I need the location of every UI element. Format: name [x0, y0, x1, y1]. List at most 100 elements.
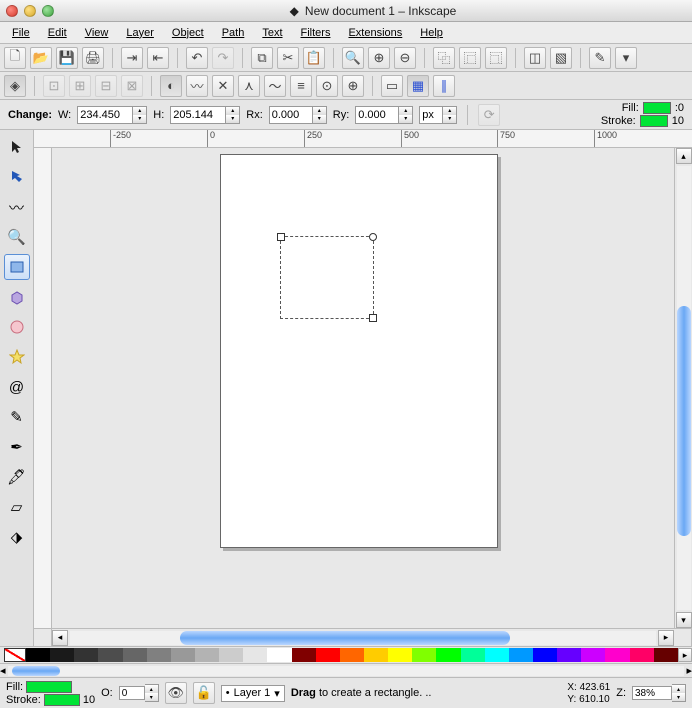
menu-layer[interactable]: Layer	[118, 25, 162, 41]
horizontal-ruler[interactable]: -250 0 250 500 750 1000	[34, 130, 692, 148]
save-button[interactable]: 💾	[56, 47, 78, 69]
clone-button[interactable]: ⿸	[459, 47, 481, 69]
star-tool[interactable]	[4, 344, 30, 370]
zoom-selection-button[interactable]: 🔍	[342, 47, 364, 69]
menu-edit[interactable]: Edit	[40, 25, 75, 41]
undo-button[interactable]: ↶	[186, 47, 208, 69]
layer-selector[interactable]: •Layer 1▾	[221, 685, 285, 702]
canvas[interactable]	[52, 148, 674, 628]
horizontal-scrollbar[interactable]: ◂ ▸	[52, 629, 674, 646]
snap-page-button[interactable]: ▭	[381, 75, 403, 97]
paint-bucket-tool[interactable]: ⬗	[4, 524, 30, 550]
palette-swatch[interactable]	[630, 648, 654, 662]
xml-editor-button[interactable]: ✎	[589, 47, 611, 69]
snap-bbox-edge-button[interactable]: ⊟	[95, 75, 117, 97]
opacity-spinner[interactable]: ▴▾	[145, 684, 159, 702]
unit-select[interactable]	[419, 106, 443, 124]
palette-swatch[interactable]	[340, 648, 364, 662]
open-button[interactable]: 📂	[30, 47, 52, 69]
drawn-rectangle[interactable]	[280, 236, 374, 319]
height-spinner[interactable]: ▴▾	[226, 106, 240, 124]
palette-swatch[interactable]	[171, 648, 195, 662]
snap-intersection-button[interactable]: ✕	[212, 75, 234, 97]
palette-swatch[interactable]	[50, 648, 74, 662]
status-fill-swatch[interactable]	[26, 681, 72, 693]
width-input[interactable]	[77, 106, 133, 124]
reset-corners-button[interactable]: ⟳	[478, 104, 500, 126]
cut-button[interactable]: ✂	[277, 47, 299, 69]
no-fill-swatch[interactable]	[4, 648, 26, 662]
duplicate-button[interactable]: ⿻	[433, 47, 455, 69]
menu-object[interactable]: Object	[164, 25, 212, 41]
more-dropdown[interactable]: ▾	[615, 47, 637, 69]
palette-swatch[interactable]	[123, 648, 147, 662]
palette-swatch[interactable]	[533, 648, 557, 662]
selector-tool[interactable]	[4, 134, 30, 160]
unlink-clone-button[interactable]: ⿹	[485, 47, 507, 69]
palette-swatch[interactable]	[388, 648, 412, 662]
palette-scroll-right[interactable]: ▸	[686, 664, 692, 677]
snap-cusp-button[interactable]: ⋏	[238, 75, 260, 97]
menu-help[interactable]: Help	[412, 25, 451, 41]
snap-grid-button[interactable]: ▦	[407, 75, 429, 97]
scroll-left-button[interactable]: ◂	[52, 630, 68, 646]
palette-scroll-button[interactable]: ▸	[678, 648, 692, 662]
ry-input[interactable]	[355, 106, 399, 124]
palette-swatch[interactable]	[557, 648, 581, 662]
unit-spinner[interactable]: ▴▾	[443, 106, 457, 124]
menu-extensions[interactable]: Extensions	[340, 25, 410, 41]
bezier-tool[interactable]: ✒	[4, 434, 30, 460]
palette-swatch[interactable]	[509, 648, 533, 662]
palette-scrollbar[interactable]: ◂ ▸	[0, 664, 692, 678]
palette-swatch[interactable]	[581, 648, 605, 662]
pencil-tool[interactable]: ✎	[4, 404, 30, 430]
menu-view[interactable]: View	[77, 25, 117, 41]
palette-swatch[interactable]	[436, 648, 460, 662]
snap-bbox-button[interactable]: ⊡	[43, 75, 65, 97]
palette-swatch[interactable]	[605, 648, 629, 662]
zoom-drawing-button[interactable]: ⊕	[368, 47, 390, 69]
scroll-up-button[interactable]: ▴	[676, 148, 692, 164]
close-window-button[interactable]	[6, 5, 18, 17]
palette-swatch[interactable]	[654, 648, 678, 662]
snap-midpoint-button[interactable]: ≡	[290, 75, 312, 97]
eraser-tool[interactable]: ▱	[4, 494, 30, 520]
menu-path[interactable]: Path	[214, 25, 253, 41]
fill-swatch-top[interactable]	[643, 102, 671, 114]
new-document-button[interactable]: 🗋	[4, 47, 26, 69]
palette-swatch[interactable]	[267, 648, 291, 662]
palette-swatch[interactable]	[485, 648, 509, 662]
menu-filters[interactable]: Filters	[293, 25, 339, 41]
snap-bbox-corner-button[interactable]: ⊞	[69, 75, 91, 97]
snap-bbox-mid-button[interactable]: ⊠	[121, 75, 143, 97]
node-tool[interactable]	[4, 164, 30, 190]
layer-lock-toggle[interactable]: 🔓	[193, 682, 215, 704]
palette-swatch[interactable]	[219, 648, 243, 662]
palette-swatch[interactable]	[364, 648, 388, 662]
palette-swatch[interactable]	[26, 648, 50, 662]
palette-swatch[interactable]	[316, 648, 340, 662]
snap-toggle-button[interactable]: ◈	[4, 75, 26, 97]
snap-guide-button[interactable]: ∥	[433, 75, 455, 97]
height-input[interactable]	[170, 106, 226, 124]
width-spinner[interactable]: ▴▾	[133, 106, 147, 124]
snap-node-button[interactable]: ◐	[160, 75, 182, 97]
snap-path-button[interactable]: 〰	[186, 75, 208, 97]
hscroll-thumb[interactable]	[180, 631, 510, 645]
minimize-window-button[interactable]	[24, 5, 36, 17]
zoom-window-button[interactable]	[42, 5, 54, 17]
menu-file[interactable]: File	[4, 25, 38, 41]
palette-swatch[interactable]	[98, 648, 122, 662]
palette-swatch[interactable]	[195, 648, 219, 662]
ungroup-button[interactable]: ▧	[550, 47, 572, 69]
opacity-input[interactable]	[119, 686, 145, 700]
scroll-right-button[interactable]: ▸	[658, 630, 674, 646]
group-button[interactable]: ◫	[524, 47, 546, 69]
spiral-tool[interactable]: @	[4, 374, 30, 400]
import-button[interactable]: ⇥	[121, 47, 143, 69]
snap-smooth-button[interactable]: 〜	[264, 75, 286, 97]
rx-input[interactable]	[269, 106, 313, 124]
rectangle-tool[interactable]	[4, 254, 30, 280]
resize-handle-br[interactable]	[369, 314, 377, 322]
vscroll-thumb[interactable]	[677, 306, 691, 536]
